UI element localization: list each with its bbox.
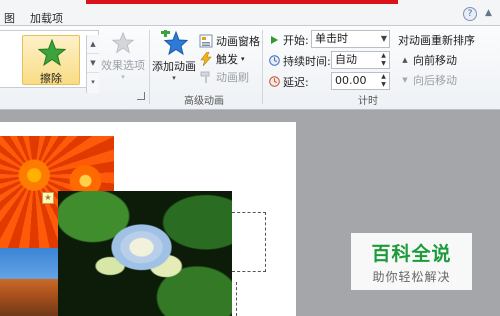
duration-spinner[interactable]: 自动 ▲ ▼ <box>331 51 390 69</box>
effect-options-star-icon <box>112 32 134 54</box>
duration-value: 自动 <box>335 53 357 66</box>
trigger-dropdown-icon: ▾ <box>241 54 245 63</box>
effect-options-button[interactable]: 效果选项 ▾ <box>101 32 145 88</box>
group-separator <box>262 30 263 104</box>
advanced-animation-group-label: 高级动画 <box>184 96 224 107</box>
move-earlier-button[interactable]: ▲ 向前移动 <box>400 51 457 68</box>
gallery-item-label: 擦除 <box>40 72 62 85</box>
selection-outline <box>232 212 266 272</box>
reorder-title: 对动画重新排序 <box>398 33 475 47</box>
start-value: 单击时 <box>315 32 348 45</box>
scroll-up-icon[interactable]: ▲ <box>87 35 99 54</box>
spinner-arrows-icon[interactable]: ▲ ▼ <box>379 52 388 68</box>
move-later-arrow-icon: ▼ <box>402 75 408 84</box>
animation-dialog-launcher[interactable] <box>137 92 145 100</box>
move-later-button[interactable]: ▼ 向后移动 <box>400 71 457 88</box>
scroll-down-icon[interactable]: ▼ <box>87 54 99 73</box>
delay-label: 延迟: <box>283 75 309 89</box>
move-earlier-label: 向前移动 <box>413 53 457 67</box>
spinner-arrows-icon[interactable]: ▲ ▼ <box>379 73 388 89</box>
title-accent-bar <box>86 0 398 4</box>
animation-pane-label: 动画窗格 <box>216 34 260 48</box>
landscape-photo[interactable] <box>0 248 60 316</box>
trigger-lightning-icon <box>199 51 213 66</box>
start-dropdown[interactable]: 单击时 ▼ <box>311 30 390 48</box>
delay-spinner[interactable]: 00.00 ▲ ▼ <box>331 72 390 90</box>
gallery-scrollbar[interactable]: ▲ ▼ ▾ <box>86 35 99 93</box>
tab-partial[interactable]: 图 <box>4 10 15 26</box>
effect-options-dropdown-icon: ▾ <box>121 73 125 81</box>
wipe-star-icon <box>38 39 66 67</box>
chevron-down-icon: ▼ <box>380 34 387 43</box>
add-animation-dropdown-icon: ▾ <box>172 74 176 82</box>
selection-outline <box>236 282 238 316</box>
animations-ribbon: 擦除 ▲ ▼ ▾ 效果选项 ▾ 添加动画 ▾ 动画窗格 触发 ▾ 动画刷 高级动… <box>0 26 500 110</box>
animation-gallery: 擦除 ▲ ▼ ▾ <box>0 30 99 93</box>
trigger-button[interactable]: 触发 ▾ <box>199 50 245 67</box>
group-separator <box>149 30 150 104</box>
hydrangea-photo[interactable] <box>58 191 232 316</box>
help-icon[interactable]: ? <box>463 7 477 21</box>
play-triangle-icon <box>268 34 280 46</box>
add-animation-button[interactable]: 添加动画 ▾ <box>151 30 197 90</box>
watermark-subtitle: 助你轻松解决 <box>372 270 451 284</box>
add-animation-label: 添加动画 <box>152 60 196 73</box>
trigger-label: 触发 <box>216 52 238 66</box>
delay-value: 00.00 <box>335 74 367 87</box>
effect-options-label: 效果选项 <box>101 59 145 72</box>
ribbon-tab-strip: 图 加载项 ? ▲ <box>0 0 500 26</box>
move-earlier-arrow-icon: ▲ <box>402 55 408 64</box>
animation-painter-button[interactable]: 动画刷 <box>199 68 249 85</box>
watermark-title: 百科全说 <box>371 243 452 265</box>
add-animation-star-icon <box>161 30 188 56</box>
duration-field-label: 持续时间: <box>268 52 331 69</box>
gallery-item-wipe[interactable]: 擦除 <box>22 35 80 85</box>
animation-painter-icon <box>199 70 213 84</box>
collapse-ribbon-icon[interactable]: ▲ <box>485 8 495 18</box>
watermark-logo: 百科全说 助你轻松解决 <box>351 233 472 290</box>
animation-pane-icon <box>199 34 213 48</box>
animation-pane-button[interactable]: 动画窗格 <box>199 32 260 49</box>
gallery-more-icon[interactable]: ▾ <box>87 73 99 92</box>
start-field-label: 开始: <box>268 31 309 48</box>
animation-marker-icon[interactable]: ★ <box>42 192 54 204</box>
animation-painter-label: 动画刷 <box>216 70 249 84</box>
duration-clock-icon <box>268 55 280 67</box>
start-label: 开始: <box>283 33 309 47</box>
duration-label: 持续时间: <box>283 54 331 68</box>
delay-clock-icon <box>268 76 280 88</box>
delay-field-label: 延迟: <box>268 73 309 90</box>
timing-group-label: 计时 <box>358 96 378 107</box>
tab-addins[interactable]: 加载项 <box>30 10 63 26</box>
move-later-label: 向后移动 <box>413 73 457 87</box>
